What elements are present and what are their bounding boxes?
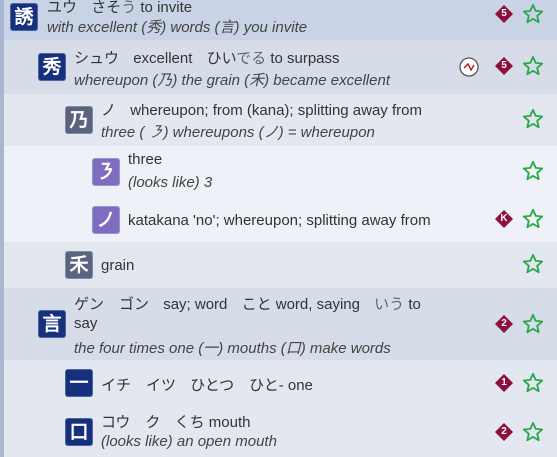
tree-row-yuu: 誘 ユウ さそう to invite with excellent (秀) wo… <box>0 0 557 40</box>
tree-row-no: 乃 ノ whereupon; from (kana); splitting aw… <box>0 94 557 146</box>
favorite-star-icon[interactable] <box>522 253 544 275</box>
mnemonic: three ( ㇋) whereupons (ノ) = whereupon <box>101 124 375 141</box>
tree-row-three: ㇋ three (looks like) 3 <box>0 146 557 198</box>
kun-reading: さそう <box>91 0 137 16</box>
on-reading: シュウ <box>74 50 120 67</box>
kanji-tile[interactable]: 秀 <box>38 53 66 81</box>
favorite-star-icon[interactable] <box>522 208 544 230</box>
kanji-tile[interactable]: 誘 <box>10 3 38 31</box>
tree-row-kuchi: 口 コウ ク くち mouth (looks like) an open mou… <box>0 406 557 457</box>
kanji-breakdown-tree: 誘 ユウ さそう to invite with excellent (秀) wo… <box>0 0 557 457</box>
indent-bar <box>0 288 4 360</box>
meaning: to invite <box>140 0 193 16</box>
kun-reading-1: こと <box>241 296 272 313</box>
reading-line: シュウ excellent ひいでる to surpass <box>74 47 340 68</box>
tree-row-katakana-no: ノ katakana 'no'; whereupon; splitting aw… <box>0 198 557 242</box>
kun-reading-2: いう <box>374 296 405 313</box>
kana-badge: K <box>495 210 513 228</box>
kanji-tile[interactable]: 乃 <box>65 106 93 134</box>
on-meaning: excellent <box>133 50 193 67</box>
favorite-star-icon[interactable] <box>522 421 544 443</box>
meaning: to surpass <box>270 50 340 67</box>
favorite-star-icon[interactable] <box>522 3 544 25</box>
favorite-star-icon[interactable] <box>522 55 544 77</box>
tree-row-grain: 禾 grain <box>0 242 557 288</box>
kun-reading: くち <box>174 414 205 431</box>
sound-component-icon[interactable] <box>458 56 480 78</box>
reading-line: ユウ さそう to invite <box>47 0 192 17</box>
kanji-tile[interactable]: 一 <box>65 369 93 397</box>
meaning: one <box>287 377 313 394</box>
tree-row-gen: 言 ゲン ゴン say; word こと word, saying いう to … <box>0 288 557 360</box>
kanji-tile[interactable]: 禾 <box>65 251 93 279</box>
on-reading: ノ <box>101 102 117 119</box>
favorite-star-icon[interactable] <box>522 313 544 335</box>
tree-row-ichi: 一 イチ イツ ひとつ ひと- one 1 <box>0 360 557 406</box>
grade-badge: 2 <box>495 315 513 333</box>
component-tile[interactable]: ㇋ <box>92 158 120 186</box>
favorite-star-icon[interactable] <box>522 372 544 394</box>
tree-row-shuu: 秀 シュウ excellent ひいでる to surpass whereupo… <box>0 40 557 94</box>
kun-meaning-2: to <box>408 296 421 313</box>
on-reading: イチ イツ <box>101 377 177 394</box>
mnemonic: (looks like) an open mouth <box>101 433 277 450</box>
kun-meaning-1: word, saying <box>275 296 360 313</box>
kun-reading: ひとつ ひと- <box>190 377 284 394</box>
indent-bar <box>0 94 4 146</box>
reading-line: ゲン ゴン say; word こと word, saying いう to <box>74 293 421 314</box>
indent-bar <box>0 40 4 94</box>
mnemonic: with excellent (秀) words (言) you invite <box>47 19 308 36</box>
grade-badge: 5 <box>495 5 513 23</box>
on-reading: ユウ <box>47 0 78 16</box>
meaning-continued: say <box>74 315 98 332</box>
indent-bar <box>0 360 4 406</box>
grade-badge: 1 <box>495 374 513 392</box>
component-tile[interactable]: ノ <box>92 206 120 234</box>
on-reading: ゲン ゴン <box>74 296 150 313</box>
meaning: grain <box>101 257 135 274</box>
meaning: katakana 'no'; whereupon; splitting away… <box>128 212 431 229</box>
reading-line: イチ イツ ひとつ ひと- one <box>101 374 313 395</box>
indent-bar <box>0 0 4 40</box>
reading-line: ノ whereupon; from (kana); splitting away… <box>101 99 422 120</box>
on-meaning: say; word <box>163 296 228 313</box>
kanji-tile[interactable]: 口 <box>65 418 93 446</box>
on-reading: コウ ク <box>101 414 161 431</box>
meaning: mouth <box>208 414 251 431</box>
indent-bar <box>0 242 4 288</box>
mnemonic: whereupon (乃) the grain (禾) became excel… <box>74 72 390 89</box>
mnemonic: (looks like) 3 <box>128 174 213 191</box>
reading-line: コウ ク くち mouth <box>101 411 250 432</box>
grade-badge: 2 <box>495 423 513 441</box>
kanji-tile[interactable]: 言 <box>38 310 66 338</box>
mnemonic: the four times one (一) mouths (口) make w… <box>74 340 391 357</box>
meaning: whereupon; from (kana); splitting away f… <box>130 102 422 119</box>
indent-bar <box>0 406 4 457</box>
indent-bar <box>0 198 4 242</box>
meaning: three <box>128 151 163 168</box>
favorite-star-icon[interactable] <box>522 108 544 130</box>
favorite-star-icon[interactable] <box>522 160 544 182</box>
grade-badge: 5 <box>495 57 513 75</box>
indent-bar <box>0 146 4 198</box>
kun-reading: ひいでる <box>206 50 267 67</box>
